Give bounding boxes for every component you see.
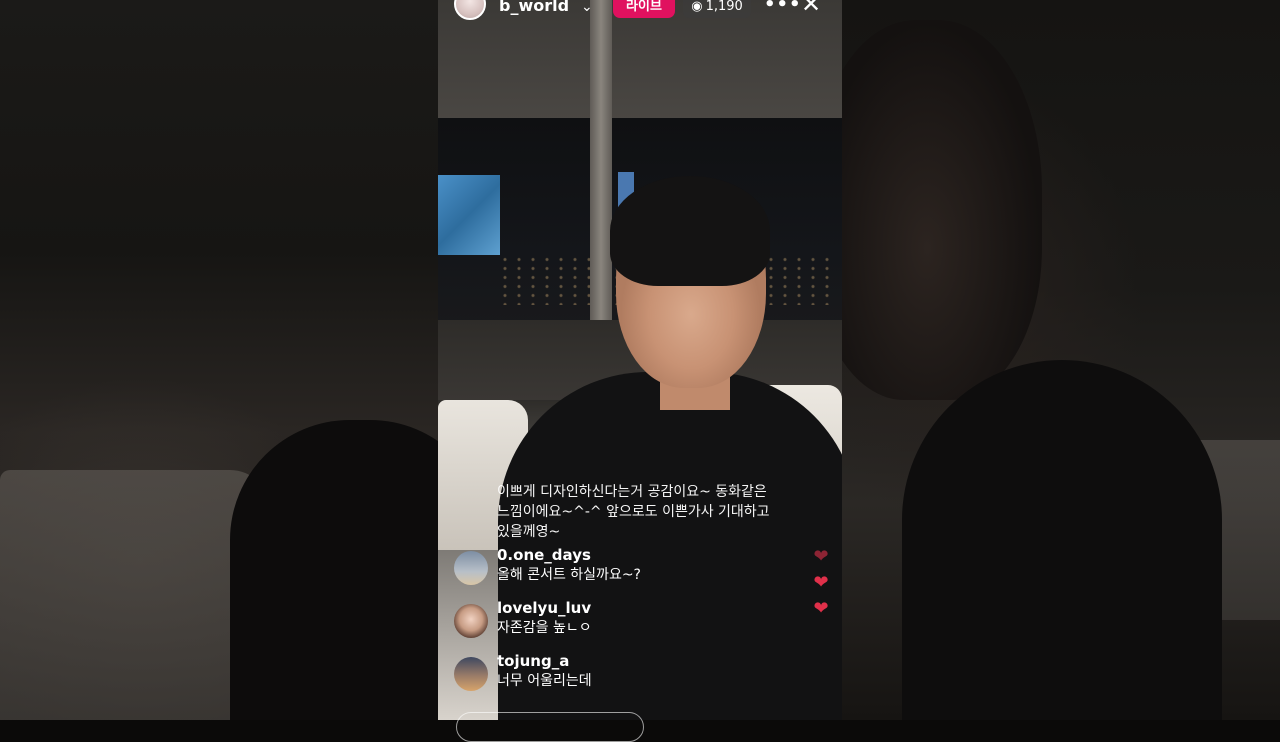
eye-icon: ◉	[691, 0, 703, 14]
blurred-background-right	[842, 0, 1280, 720]
commenter-username[interactable]: tojung_a	[497, 651, 569, 671]
host-avatar[interactable]	[454, 0, 486, 20]
comment-text: 이쁘게 디자인하신다는거 공감이요~ 동화같은	[497, 484, 767, 500]
more-icon[interactable]: •••	[764, 0, 802, 18]
floating-hearts: ❤ ❤ ❤	[806, 548, 836, 626]
comment-text: 자존감을 높ㄴㅇ	[497, 620, 592, 636]
comment-text: 너무 어울리는데	[497, 673, 592, 689]
screen-reflection	[438, 175, 500, 255]
host-username[interactable]: b_world	[499, 0, 569, 16]
viewer-count: 1,190	[705, 0, 743, 14]
heart-icon: ❤	[813, 598, 829, 619]
comment-item: tojung_a 너무 어울리는데	[454, 651, 814, 701]
blurred-person-head	[842, 20, 1042, 400]
commenter-avatar[interactable]	[454, 604, 488, 638]
commenter-avatar[interactable]	[454, 551, 488, 585]
heart-icon: ❤	[813, 546, 829, 567]
comment-item: 0.one_days 올해 콘서트 하실까요~?	[454, 545, 814, 595]
close-icon[interactable]: ✕	[798, 0, 824, 18]
commenter-username[interactable]: lovelyu_luv	[497, 598, 591, 618]
comment-item: lovelyu_luv 자존감을 높ㄴㅇ	[454, 598, 814, 648]
pinned-comment: 이쁘게 디자인하신다는거 공감이요~ 동화같은 느낌이에요~^-^ 앞으로도 이…	[454, 482, 814, 542]
blurred-background-left	[0, 0, 438, 720]
streamer-hair	[610, 176, 770, 286]
commenter-username[interactable]: 0.one_days	[497, 545, 591, 565]
blurred-person	[230, 420, 438, 720]
comment-feed: 이쁘게 디자인하신다는거 공감이요~ 동화같은 느낌이에요~^-^ 앞으로도 이…	[454, 482, 814, 701]
comment-input[interactable]	[456, 712, 644, 742]
comment-text: 올해 콘서트 하실까요~?	[497, 567, 641, 583]
chevron-down-icon[interactable]: ⌄	[581, 0, 593, 17]
commenter-avatar[interactable]	[454, 657, 488, 691]
comment-text: 있을께영~	[497, 524, 561, 540]
comment-text: 느낌이에요~^-^ 앞으로도 이쁜가사 기대하고	[497, 504, 770, 520]
viewer-count-badge[interactable]: ◉ 1,190	[683, 0, 751, 18]
live-badge: 라이브	[613, 0, 675, 18]
live-header: b_world ⌄ 라이브 ◉ 1,190 ••• ✕	[438, 0, 842, 22]
blurred-person	[902, 360, 1222, 720]
heart-icon: ❤	[813, 572, 829, 593]
